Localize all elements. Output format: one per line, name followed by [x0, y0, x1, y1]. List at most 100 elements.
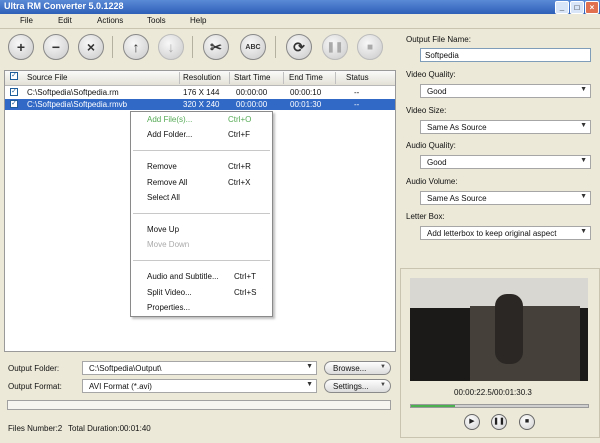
menu-item-shortcut: Ctrl+F — [228, 130, 250, 139]
menu-item-properties[interactable]: Properties... — [131, 301, 272, 315]
conversion-progress-bar — [7, 400, 391, 410]
title-bar: Ultra RM Converter 5.0.1228 _ □ × — [0, 0, 600, 14]
settings-button-label: Settings... — [333, 382, 369, 391]
column-end-time[interactable]: End Time — [289, 73, 323, 82]
output-folder-value: C:\Softpedia\Output\ — [89, 364, 162, 373]
video-quality-label: Video Quality: — [406, 70, 456, 79]
menu-item-shortcut: Ctrl+S — [234, 288, 257, 297]
context-menu: Add File(s)... Ctrl+O Add Folder... Ctrl+F… — [130, 111, 273, 317]
select-all-checkbox[interactable]: ✓ — [10, 72, 18, 80]
menu-item-shortcut: Ctrl+R — [228, 162, 251, 171]
chevron-down-icon: ▼ — [580, 86, 587, 93]
column-source-file[interactable]: Source File — [27, 73, 67, 82]
menu-tools[interactable]: Tools — [147, 16, 166, 25]
chevron-down-icon: ▼ — [380, 364, 386, 370]
menu-actions[interactable]: Actions — [97, 16, 123, 25]
table-row[interactable]: ✓ C:\Softpedia\Softpedia.rm 176 X 144 00… — [5, 87, 395, 98]
menu-item-label: Remove — [147, 162, 177, 171]
audio-quality-label: Audio Quality: — [406, 141, 456, 150]
menu-item-audio-subtitle[interactable]: Audio and Subtitle... Ctrl+T — [131, 270, 272, 284]
move-up-button[interactable]: ↑ — [123, 34, 149, 60]
menu-item-remove-all[interactable]: Remove All Ctrl+X — [131, 176, 272, 190]
table-row[interactable]: ✓ C:\Softpedia\Softpedia.rmvb 320 X 240 … — [5, 99, 395, 110]
remove-button[interactable]: − — [43, 34, 69, 60]
menu-separator — [133, 260, 270, 261]
menu-item-add-files[interactable]: Add File(s)... Ctrl+O — [131, 113, 272, 127]
maximize-button[interactable]: □ — [570, 1, 584, 14]
cell-resolution: 176 X 144 — [183, 88, 220, 97]
move-down-button[interactable]: ↓ — [158, 34, 184, 60]
menu-item-label: Select All — [147, 193, 180, 202]
header-divider — [179, 72, 180, 84]
file-list-header: ✓ Source File Resolution Start Time End … — [5, 71, 395, 86]
output-file-name-field[interactable]: Softpedia — [420, 48, 591, 62]
menu-item-add-folder[interactable]: Add Folder... Ctrl+F — [131, 128, 272, 142]
output-format-select[interactable]: AVI Format (*.avi) ▼ — [82, 379, 317, 393]
pause-button[interactable]: ❚❚ — [322, 34, 348, 60]
menu-item-shortcut: Ctrl+O — [228, 115, 252, 124]
video-size-select[interactable]: Same As Source ▼ — [420, 120, 591, 134]
cell-status: -- — [354, 88, 360, 97]
menu-item-move-up[interactable]: Move Up — [131, 223, 272, 237]
menu-help[interactable]: Help — [190, 16, 206, 25]
cell-end-time: 00:00:10 — [290, 88, 322, 97]
close-window-button[interactable]: × — [585, 1, 599, 14]
column-start-time[interactable]: Start Time — [234, 73, 270, 82]
settings-panel: Output File Name: Softpedia Video Qualit… — [400, 30, 600, 267]
video-quality-select[interactable]: Good ▼ — [420, 84, 591, 98]
minimize-button[interactable]: _ — [555, 1, 569, 14]
playback-time: 00:00:22.5/00:01:30.3 — [454, 388, 532, 397]
add-file-button[interactable]: + — [8, 34, 34, 60]
menu-item-shortcut: Ctrl+X — [228, 178, 251, 187]
subtitle-button[interactable]: ABC — [240, 34, 266, 60]
row-checkbox[interactable]: ✓ — [10, 88, 18, 96]
pause-icon: ❚❚ — [493, 418, 505, 425]
convert-icon: ⟳ — [293, 38, 305, 55]
move-up-icon: ↑ — [132, 39, 140, 55]
clear-icon: × — [86, 39, 96, 55]
menu-file[interactable]: File — [20, 16, 33, 25]
cell-start-time: 00:00:00 — [236, 88, 268, 97]
convert-button[interactable]: ⟳ — [286, 34, 312, 60]
menu-item-label: Remove All — [147, 178, 188, 187]
clear-button[interactable]: × — [78, 34, 104, 60]
column-status[interactable]: Status — [346, 73, 369, 82]
settings-button[interactable]: Settings... ▼ — [324, 379, 391, 393]
remove-icon: − — [51, 39, 61, 55]
audio-quality-select[interactable]: Good ▼ — [420, 155, 591, 169]
column-resolution[interactable]: Resolution — [183, 73, 221, 82]
menu-item-label: Add File(s)... — [147, 115, 193, 124]
output-folder-select[interactable]: C:\Softpedia\Output\ ▼ — [82, 361, 317, 375]
menu-item-split-video[interactable]: Split Video... Ctrl+S — [131, 286, 272, 300]
menu-item-select-all[interactable]: Select All — [131, 191, 272, 205]
cell-source: C:\Softpedia\Softpedia.rmvb — [27, 100, 128, 109]
split-button[interactable]: ✂ — [203, 34, 229, 60]
audio-quality-value: Good — [427, 158, 447, 167]
menu-item-label: Add Folder... — [147, 130, 193, 139]
stop-button[interactable]: ■ — [357, 34, 383, 60]
menu-separator — [133, 150, 270, 151]
seek-bar[interactable] — [410, 404, 589, 408]
video-frame-figure — [495, 294, 523, 364]
output-folder-label: Output Folder: — [8, 364, 60, 373]
audio-volume-select[interactable]: Same As Source ▼ — [420, 191, 591, 205]
menu-item-label: Properties... — [147, 303, 191, 312]
menu-item-move-down[interactable]: Move Down — [131, 238, 272, 252]
chevron-down-icon: ▼ — [306, 363, 313, 370]
row-checkbox[interactable]: ✓ — [10, 100, 18, 108]
output-file-name-label: Output File Name: — [406, 35, 471, 44]
pause-icon: ❚❚ — [326, 41, 344, 53]
header-divider — [283, 72, 284, 84]
menu-item-remove[interactable]: Remove Ctrl+R — [131, 160, 272, 174]
video-size-label: Video Size: — [406, 106, 447, 115]
video-size-value: Same As Source — [427, 123, 487, 132]
browse-button[interactable]: Browse... ▼ — [324, 361, 391, 375]
play-button[interactable]: ▶ — [464, 414, 480, 430]
cell-source: C:\Softpedia\Softpedia.rm — [27, 88, 119, 97]
preview-pause-button[interactable]: ❚❚ — [491, 414, 507, 430]
total-duration: Total Duration:00:01:40 — [68, 424, 151, 433]
letter-box-select[interactable]: Add letterbox to keep original aspect ▼ — [420, 226, 591, 240]
audio-volume-value: Same As Source — [427, 194, 487, 203]
menu-edit[interactable]: Edit — [58, 16, 72, 25]
preview-stop-button[interactable]: ■ — [519, 414, 535, 430]
